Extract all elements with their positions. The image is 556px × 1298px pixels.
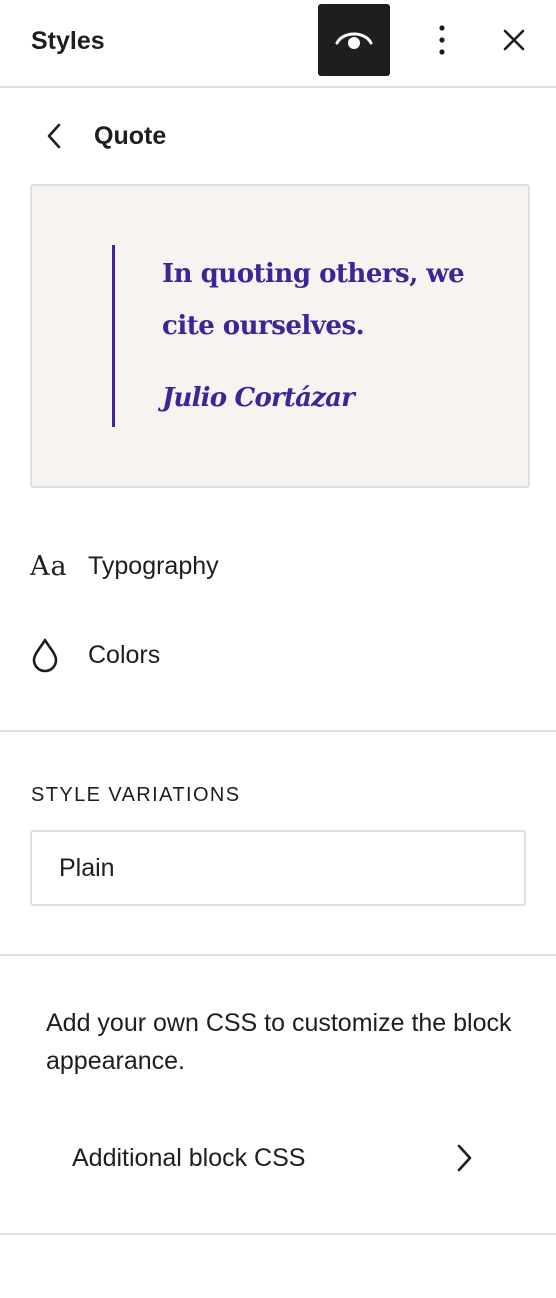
additional-block-css-label: Additional block CSS xyxy=(72,1143,306,1172)
style-variation-plain[interactable]: Plain xyxy=(30,830,526,906)
back-button[interactable] xyxy=(32,112,76,160)
close-button[interactable] xyxy=(490,16,538,64)
block-title: Quote xyxy=(94,122,167,150)
styles-panel: Styles Quote In quoting others, we cite … xyxy=(0,0,556,1298)
menu-item-colors[interactable]: Colors xyxy=(30,627,526,683)
divider xyxy=(0,1233,556,1235)
menu-item-label: Typography xyxy=(88,552,219,580)
style-book-toggle-button[interactable] xyxy=(318,4,390,76)
chevron-left-icon xyxy=(47,123,61,149)
block-preview: In quoting others, we cite ourselves. Ju… xyxy=(30,184,530,488)
custom-css-description: Add your own CSS to customize the block … xyxy=(46,1009,512,1075)
panel-header: Styles xyxy=(0,0,556,88)
additional-block-css-button[interactable]: Additional block CSS xyxy=(46,1130,486,1186)
eye-icon xyxy=(335,32,373,49)
menu-item-label: Colors xyxy=(88,641,161,669)
divider xyxy=(0,954,556,956)
divider xyxy=(0,730,556,732)
panel-title: Styles xyxy=(31,27,105,55)
style-variations-heading: STYLE VARIATIONS xyxy=(31,784,241,806)
menu-item-typography[interactable]: Aa Typography xyxy=(30,538,526,594)
close-icon xyxy=(503,29,525,51)
quote-border xyxy=(112,245,115,427)
chevron-right-icon xyxy=(457,1144,472,1172)
options-button[interactable] xyxy=(418,14,466,66)
more-vertical-icon xyxy=(439,25,445,55)
typography-icon: Aa xyxy=(30,550,68,582)
drop-icon xyxy=(30,635,70,675)
quote-text: In quoting others, we cite ourselves. xyxy=(162,259,465,341)
quote-citation: Julio Cortázar xyxy=(162,383,355,413)
